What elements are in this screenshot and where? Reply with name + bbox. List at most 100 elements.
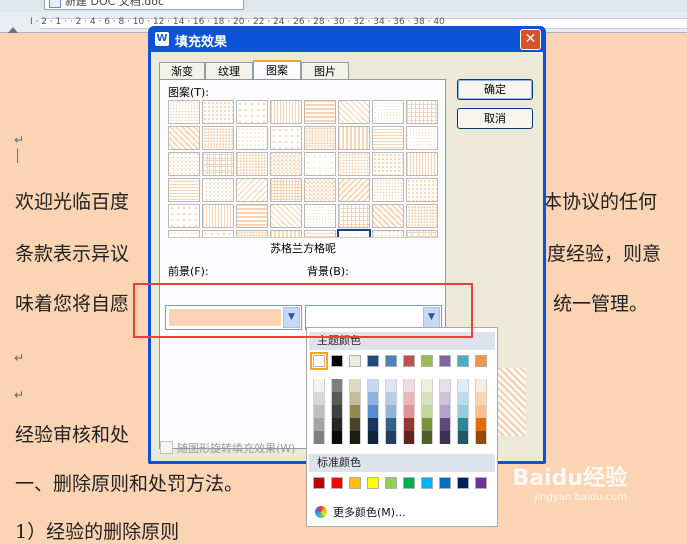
pattern-swatch[interactable] — [372, 204, 404, 228]
tab-gradient[interactable]: 渐变 — [159, 62, 205, 79]
theme-color-swatch[interactable] — [457, 355, 469, 367]
pattern-swatch[interactable] — [406, 204, 438, 228]
pattern-swatch[interactable] — [304, 204, 336, 228]
tint-color-swatch[interactable] — [403, 405, 415, 418]
pattern-swatch[interactable] — [406, 152, 438, 176]
tint-color-swatch[interactable] — [475, 405, 487, 418]
pattern-swatch[interactable] — [168, 204, 200, 228]
tint-color-swatch[interactable] — [313, 379, 325, 392]
tint-color-swatch[interactable] — [457, 379, 469, 392]
chevron-down-icon[interactable]: ▼ — [283, 307, 300, 328]
tint-color-swatch[interactable] — [457, 418, 469, 431]
pattern-swatch[interactable] — [304, 100, 336, 124]
tint-color-swatch[interactable] — [439, 431, 451, 444]
standard-color-swatch[interactable] — [457, 477, 469, 489]
pattern-swatch[interactable] — [168, 126, 200, 150]
pattern-swatch[interactable] — [304, 126, 336, 150]
tint-color-swatch[interactable] — [421, 431, 433, 444]
tab-pattern[interactable]: 图案 — [253, 60, 301, 80]
pattern-swatch[interactable] — [236, 204, 268, 228]
theme-color-swatch[interactable] — [367, 355, 379, 367]
tint-color-swatch[interactable] — [331, 379, 343, 392]
tint-color-swatch[interactable] — [313, 431, 325, 444]
chevron-down-icon[interactable]: ▼ — [423, 307, 440, 328]
pattern-swatch[interactable] — [338, 204, 370, 228]
tint-color-swatch[interactable] — [475, 379, 487, 392]
tint-color-swatch[interactable] — [385, 405, 397, 418]
tint-color-swatch[interactable] — [403, 379, 415, 392]
pattern-swatch[interactable] — [202, 152, 234, 176]
standard-color-swatch[interactable] — [403, 477, 415, 489]
tint-color-swatch[interactable] — [403, 392, 415, 405]
theme-color-swatch[interactable] — [310, 352, 328, 370]
tint-color-swatch[interactable] — [457, 405, 469, 418]
tint-color-swatch[interactable] — [439, 379, 451, 392]
tint-color-swatch[interactable] — [421, 392, 433, 405]
pattern-swatch[interactable] — [338, 178, 370, 202]
tint-color-swatch[interactable] — [331, 405, 343, 418]
theme-color-swatch[interactable] — [439, 355, 451, 367]
pattern-swatch[interactable] — [236, 126, 268, 150]
standard-color-swatch[interactable] — [439, 477, 451, 489]
tint-color-swatch[interactable] — [349, 418, 361, 431]
pattern-swatch[interactable] — [236, 152, 268, 176]
standard-color-swatch[interactable] — [331, 477, 343, 489]
tint-color-swatch[interactable] — [385, 392, 397, 405]
pattern-swatch[interactable] — [270, 178, 302, 202]
tint-color-swatch[interactable] — [385, 431, 397, 444]
standard-color-swatch[interactable] — [313, 477, 325, 489]
document-tab[interactable]: 新建 DOC 文档.doc — [44, 0, 244, 10]
pattern-swatch[interactable] — [372, 152, 404, 176]
pattern-swatch[interactable] — [236, 178, 268, 202]
pattern-swatch[interactable] — [168, 178, 200, 202]
tint-color-swatch[interactable] — [349, 405, 361, 418]
rotate-with-shape-checkbox[interactable]: 随图形旋转填充效果(W) — [160, 440, 295, 456]
tint-color-swatch[interactable] — [385, 418, 397, 431]
tint-color-swatch[interactable] — [349, 379, 361, 392]
cancel-button[interactable]: 取消 — [457, 108, 533, 129]
tint-color-swatch[interactable] — [367, 379, 379, 392]
tint-color-swatch[interactable] — [439, 405, 451, 418]
standard-color-swatch[interactable] — [421, 477, 433, 489]
tint-color-swatch[interactable] — [313, 405, 325, 418]
tint-color-swatch[interactable] — [331, 431, 343, 444]
standard-color-swatch[interactable] — [385, 477, 397, 489]
pattern-swatch[interactable] — [168, 152, 200, 176]
tab-picture[interactable]: 图片 — [301, 62, 349, 79]
tint-color-swatch[interactable] — [421, 379, 433, 392]
pattern-swatch[interactable] — [270, 204, 302, 228]
pattern-swatch[interactable] — [372, 178, 404, 202]
theme-color-swatch[interactable] — [421, 355, 433, 367]
tint-color-swatch[interactable] — [403, 431, 415, 444]
tint-color-swatch[interactable] — [367, 431, 379, 444]
tint-color-swatch[interactable] — [349, 431, 361, 444]
theme-color-swatch[interactable] — [349, 355, 361, 367]
pattern-swatch[interactable] — [236, 100, 268, 124]
tint-color-swatch[interactable] — [475, 418, 487, 431]
pattern-swatch[interactable] — [338, 100, 370, 124]
dialog-titlebar[interactable]: W 填充效果 ✕ — [151, 26, 543, 52]
close-button[interactable]: ✕ — [520, 29, 541, 50]
pattern-swatch[interactable] — [202, 178, 234, 202]
standard-color-swatch[interactable] — [475, 477, 487, 489]
tint-color-swatch[interactable] — [331, 392, 343, 405]
tint-color-swatch[interactable] — [475, 431, 487, 444]
tint-color-swatch[interactable] — [457, 392, 469, 405]
tint-color-swatch[interactable] — [367, 392, 379, 405]
tint-color-swatch[interactable] — [439, 418, 451, 431]
more-colors-item[interactable]: 更多颜色(M)... — [315, 504, 406, 520]
tint-color-swatch[interactable] — [421, 418, 433, 431]
pattern-swatch[interactable] — [270, 126, 302, 150]
tint-color-swatch[interactable] — [313, 392, 325, 405]
pattern-swatch[interactable] — [372, 126, 404, 150]
tint-color-swatch[interactable] — [421, 405, 433, 418]
pattern-swatch[interactable] — [202, 100, 234, 124]
tint-color-swatch[interactable] — [331, 418, 343, 431]
pattern-swatch[interactable] — [270, 100, 302, 124]
tint-color-swatch[interactable] — [439, 392, 451, 405]
tint-color-swatch[interactable] — [367, 405, 379, 418]
theme-color-swatch[interactable] — [403, 355, 415, 367]
pattern-swatch[interactable] — [406, 178, 438, 202]
pattern-swatch[interactable] — [338, 126, 370, 150]
tint-color-swatch[interactable] — [349, 392, 361, 405]
